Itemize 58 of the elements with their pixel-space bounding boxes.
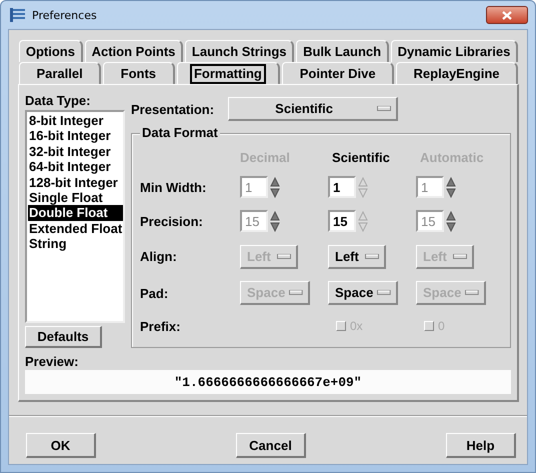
list-item[interactable]: Double Float	[28, 205, 123, 221]
number-field[interactable]: 1	[328, 176, 356, 198]
down-arrow-icon[interactable]	[270, 222, 280, 232]
row-label: Align:	[140, 249, 178, 264]
row-label: Precision:	[140, 214, 204, 228]
dropdown-indicator-icon	[365, 254, 379, 258]
presentation-dropdown[interactable]: Scientific	[228, 97, 398, 121]
column-header: Scientific	[332, 150, 390, 164]
group-title: Data Format	[140, 125, 220, 140]
list-item[interactable]: Single Float	[28, 190, 123, 206]
tab[interactable]: Dynamic Libraries	[390, 40, 518, 62]
tab[interactable]: Parallel	[19, 62, 102, 84]
down-arrow-icon[interactable]	[446, 188, 456, 198]
row-label: Prefix:	[140, 318, 182, 334]
close-button[interactable]	[486, 6, 528, 24]
up-arrow-icon[interactable]	[446, 176, 456, 186]
pad-dropdown[interactable]: Space	[328, 281, 398, 305]
tab[interactable]: Formatting	[176, 62, 280, 84]
list-item[interactable]: Extended Float	[28, 220, 123, 236]
dialog-button[interactable]: Cancel	[236, 433, 306, 458]
dropdown-indicator-icon	[377, 290, 391, 295]
app-icon	[10, 8, 26, 22]
tab[interactable]: Options	[19, 40, 83, 62]
dropdown-indicator-icon	[277, 254, 291, 258]
dialog-button[interactable]: Help	[446, 433, 516, 458]
tab[interactable]: Launch Strings	[185, 40, 294, 62]
dialog-button[interactable]: OK	[26, 433, 96, 458]
row-label: Min Width:	[140, 180, 208, 194]
list-item[interactable]: String	[28, 236, 123, 252]
dropdown-indicator-icon	[377, 106, 392, 111]
dropdown-indicator-icon	[453, 254, 467, 258]
tab[interactable]: Bulk Launch	[296, 40, 389, 62]
presentation-label: Presentation:	[131, 102, 214, 116]
up-arrow-icon[interactable]	[446, 210, 456, 220]
list-item[interactable]: 64-bit Integer	[28, 159, 123, 175]
list-item[interactable]: 128-bit Integer	[28, 174, 123, 190]
preview-field: "1.6666666666666667e+09"	[25, 370, 511, 394]
dropdown-indicator-icon	[289, 290, 303, 295]
list-item[interactable]: 8-bit Integer	[28, 113, 123, 128]
dropdown-indicator-icon	[465, 290, 479, 295]
up-arrow-icon[interactable]	[270, 176, 280, 186]
list-item[interactable]: 32-bit Integer	[28, 144, 123, 160]
preview-label: Preview:	[25, 354, 80, 369]
down-arrow-icon[interactable]	[270, 188, 280, 198]
tab[interactable]: ReplayEngine	[396, 62, 518, 84]
up-arrow-icon[interactable]	[270, 210, 280, 220]
window-title: Preferences	[32, 8, 97, 22]
tab[interactable]: Pointer Dive	[282, 62, 394, 84]
align-dropdown[interactable]: Left	[328, 244, 386, 268]
close-icon	[502, 10, 512, 20]
row-label: Pad:	[140, 286, 170, 300]
tab[interactable]: Fonts	[103, 62, 174, 84]
data-type-label: Data Type:	[25, 93, 92, 108]
number-field[interactable]: 15	[328, 210, 356, 232]
tab[interactable]: Action Points	[84, 40, 184, 62]
down-arrow-icon[interactable]	[446, 222, 456, 232]
defaults-button[interactable]: Defaults	[25, 326, 102, 348]
list-item[interactable]: 16-bit Integer	[28, 128, 123, 144]
